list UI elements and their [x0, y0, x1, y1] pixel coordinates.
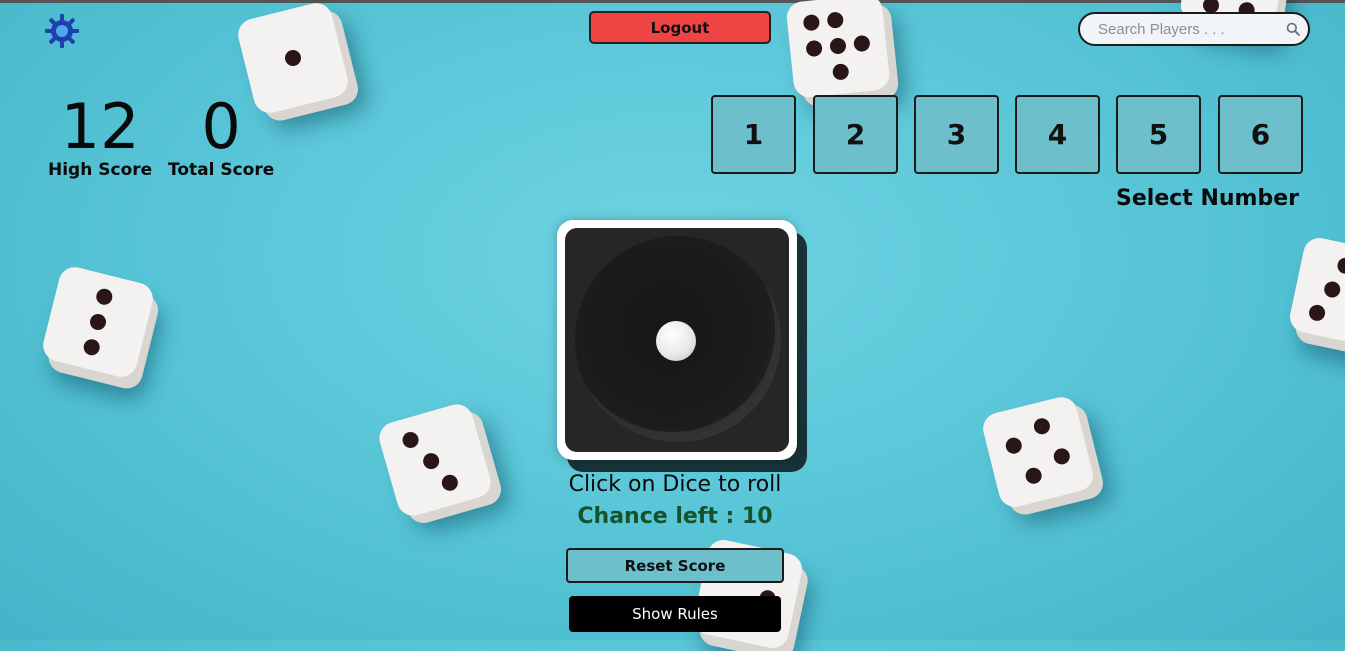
roll-hint-text: Click on Dice to roll: [568, 472, 782, 497]
total-score-label: Total Score: [168, 160, 275, 180]
gear-icon[interactable]: [44, 13, 80, 49]
select-number-label: Select Number: [1116, 186, 1299, 211]
reset-score-button[interactable]: Reset Score: [566, 548, 784, 583]
number-button-3[interactable]: 3: [914, 95, 999, 174]
background-dice-five: [785, 0, 891, 99]
high-score-panel: 12 High Score: [48, 90, 153, 181]
chances-left-text: Chance left : 10: [577, 504, 773, 529]
background-dice-three-center: [375, 400, 495, 520]
show-rules-button[interactable]: Show Rules: [569, 596, 781, 632]
dice-pip: [656, 321, 696, 361]
search-bar: [1078, 12, 1310, 46]
dice-face: [565, 228, 789, 452]
number-button-6[interactable]: 6: [1218, 95, 1303, 174]
magnifier-icon[interactable]: [1286, 20, 1300, 38]
total-score-value: 0: [201, 90, 241, 163]
high-score-value: 12: [60, 90, 140, 163]
roll-dice-button[interactable]: [557, 220, 797, 460]
search-input[interactable]: [1096, 19, 1280, 39]
window-top-border: [0, 0, 1345, 3]
number-button-5[interactable]: 5: [1116, 95, 1201, 174]
background-dice-three-left: [39, 263, 157, 381]
high-score-label: High Score: [48, 160, 153, 180]
number-button-2[interactable]: 2: [813, 95, 898, 174]
background-dice-four: [979, 393, 1097, 511]
total-score-panel: 0 Total Score: [168, 90, 275, 181]
logout-button[interactable]: Logout: [589, 11, 771, 44]
background-dice-right: [1287, 235, 1345, 349]
number-button-4[interactable]: 4: [1015, 95, 1100, 174]
number-button-1[interactable]: 1: [711, 95, 796, 174]
